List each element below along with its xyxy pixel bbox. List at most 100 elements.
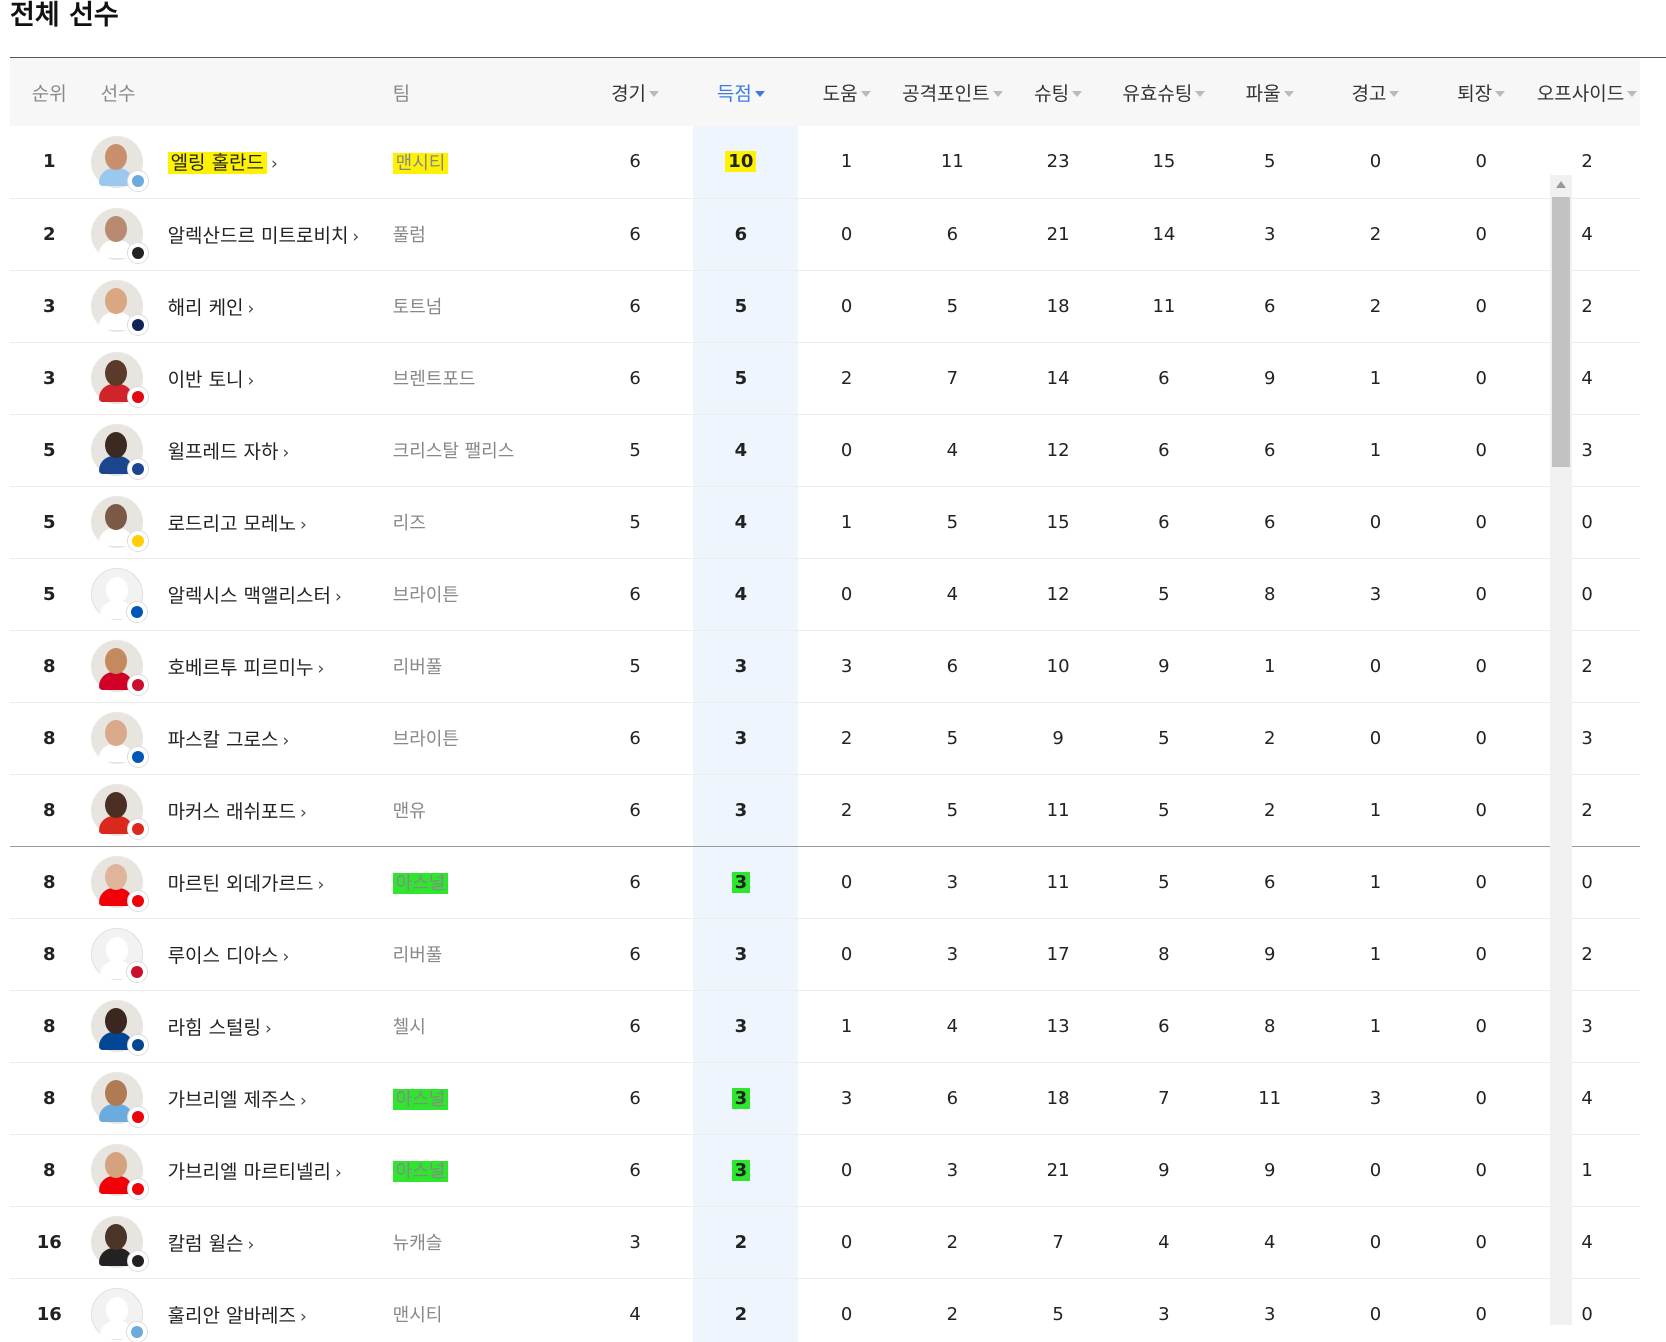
vertical-scrollbar[interactable] xyxy=(1550,175,1572,1325)
stat-cell: 3 xyxy=(1323,558,1429,630)
header-sort-6[interactable]: 파울 xyxy=(1217,58,1323,126)
stat-cell: 6 xyxy=(582,126,688,198)
stat-value: 14 xyxy=(1152,223,1176,245)
stat-value: 4 xyxy=(734,511,748,533)
team-name: 맨유 xyxy=(392,801,426,822)
player-name-link[interactable]: 알렉시스 맥앨리스터 › xyxy=(168,581,342,608)
stat-value: 4 xyxy=(1581,1087,1593,1109)
stat-value: 6 xyxy=(1263,511,1276,533)
stat-cell: 8 xyxy=(1217,558,1323,630)
stat-value: 9 xyxy=(1052,727,1064,749)
stat-value: 5 xyxy=(629,655,641,677)
chevron-right-icon: › xyxy=(317,658,325,679)
scrollbar-thumb[interactable] xyxy=(1552,197,1570,467)
stat-cell: 5 xyxy=(899,702,1005,774)
header-sort-0[interactable]: 경기 xyxy=(582,58,688,126)
stat-value: 0 xyxy=(840,943,853,965)
stat-cell: 0 xyxy=(1428,342,1534,414)
stat-cell: 2 xyxy=(794,702,900,774)
stat-value: 6 xyxy=(629,583,641,605)
header-sort-5[interactable]: 유효슈팅 xyxy=(1111,58,1217,126)
player-name-link[interactable]: 훌리안 알바레즈 › xyxy=(168,1301,307,1328)
player-name: 알렉시스 맥앨리스터 xyxy=(167,584,331,607)
stat-value: 4 xyxy=(1581,223,1593,245)
header-sort-4[interactable]: 슈팅 xyxy=(1005,58,1111,126)
chevron-right-icon: › xyxy=(334,1162,342,1183)
player-cell: 라힘 스털링 › xyxy=(89,990,371,1062)
player-name-link[interactable]: 윌프레드 자하 › xyxy=(168,437,290,464)
stat-value: 3 xyxy=(1581,439,1593,461)
stat-cell: 2 xyxy=(1323,198,1429,270)
stat-value: 7 xyxy=(946,367,959,389)
stat-cell: 9 xyxy=(1217,342,1323,414)
table-row: 8 마커스 래쉬포드 › 맨유 6 3 2 5 11 5 2 1 0 2 xyxy=(10,774,1640,846)
player-name-link[interactable]: 가브리엘 제주스 › xyxy=(168,1085,307,1112)
header-sort-3[interactable]: 공격포인트 xyxy=(899,58,1005,126)
stat-cell: 6 xyxy=(1217,846,1323,918)
team-cell: 맨시티 xyxy=(371,126,583,198)
player-name-link[interactable]: 알렉산드르 미트로비치 › xyxy=(168,221,360,248)
stat-value: 10 xyxy=(725,151,757,173)
table-row: 3 해리 케인 › 토트넘 6 5 0 5 18 11 6 2 0 2 xyxy=(10,270,1640,342)
player-avatar xyxy=(90,424,149,480)
page-title: 전체 선수 xyxy=(10,0,119,31)
stat-cell: 2 xyxy=(1217,774,1323,846)
stat-value: 0 xyxy=(1369,1303,1382,1325)
player-name-link[interactable]: 칼럼 윌슨 › xyxy=(168,1229,255,1256)
player-name-link[interactable]: 엘링 홀란드 › xyxy=(167,148,278,175)
header-sort-7[interactable]: 경고 xyxy=(1323,58,1429,126)
brentford-crest-icon xyxy=(126,386,149,408)
stat-value: 5 xyxy=(946,511,959,533)
stat-cell: 1 xyxy=(1323,414,1429,486)
stat-value: 3 xyxy=(946,943,959,965)
sort-caret-icon xyxy=(992,91,1003,97)
stat-value: 0 xyxy=(840,871,853,893)
header-sort-8[interactable]: 퇴장 xyxy=(1428,58,1534,126)
player-name-link[interactable]: 마르틴 외데가르드 › xyxy=(168,869,325,896)
chevron-right-icon: › xyxy=(299,514,307,535)
stat-value: 3 xyxy=(734,727,748,749)
player-name-link[interactable]: 라힘 스털링 › xyxy=(168,1013,272,1040)
stat-cell: 2 xyxy=(688,1206,794,1278)
scroll-up-arrow-icon[interactable] xyxy=(1556,181,1566,188)
header-label: 슈팅 xyxy=(1034,82,1070,105)
stat-value: 0 xyxy=(840,1159,853,1181)
rank-cell: 8 xyxy=(43,1015,56,1037)
sort-caret-icon xyxy=(1195,91,1206,97)
stat-value: 0 xyxy=(1475,1159,1487,1181)
header-sort-1[interactable]: 득점 xyxy=(688,58,794,126)
stat-value: 5 xyxy=(946,799,959,821)
stat-cell: 15 xyxy=(1111,126,1217,198)
player-cell: 윌프레드 자하 › xyxy=(89,414,371,486)
stat-value: 2 xyxy=(946,1231,959,1253)
rank-cell: 8 xyxy=(43,655,56,677)
stat-value: 11 xyxy=(1046,871,1070,893)
header-sort-9[interactable]: 오프사이드 xyxy=(1534,58,1640,126)
stat-value: 0 xyxy=(1581,1303,1593,1325)
stat-cell: 3 xyxy=(899,846,1005,918)
player-name-link[interactable]: 가브리엘 마르티넬리 › xyxy=(168,1157,342,1184)
stat-value: 2 xyxy=(1581,799,1593,821)
stat-value: 4 xyxy=(946,583,959,605)
stat-cell: 6 xyxy=(899,198,1005,270)
player-name-link[interactable]: 해리 케인 › xyxy=(168,293,255,320)
player-avatar xyxy=(90,568,148,623)
player-name-link[interactable]: 루이스 디아스 › xyxy=(168,941,290,968)
stat-value: 6 xyxy=(629,295,641,317)
stat-cell: 3 xyxy=(794,630,900,702)
player-name-link[interactable]: 호베르투 피르미누 › xyxy=(168,653,325,680)
player-name-link[interactable]: 로드리고 모레노 › xyxy=(168,509,307,536)
stat-cell: 9 xyxy=(1111,630,1217,702)
chevron-right-icon: › xyxy=(352,226,360,247)
header-sort-2[interactable]: 도움 xyxy=(794,58,900,126)
rank-cell: 5 xyxy=(43,511,56,533)
player-name-link[interactable]: 이반 토니 › xyxy=(168,365,255,392)
stat-value: 3 xyxy=(1263,1303,1276,1325)
player-name-link[interactable]: 파스칼 그로스 › xyxy=(168,725,290,752)
stat-cell: 1 xyxy=(794,486,900,558)
stat-value: 3 xyxy=(734,655,748,677)
stat-cell: 14 xyxy=(1005,342,1111,414)
stat-cell: 3 xyxy=(688,702,794,774)
player-name: 가브리엘 마르티넬리 xyxy=(167,1160,331,1183)
player-name-link[interactable]: 마커스 래쉬포드 › xyxy=(168,797,307,824)
